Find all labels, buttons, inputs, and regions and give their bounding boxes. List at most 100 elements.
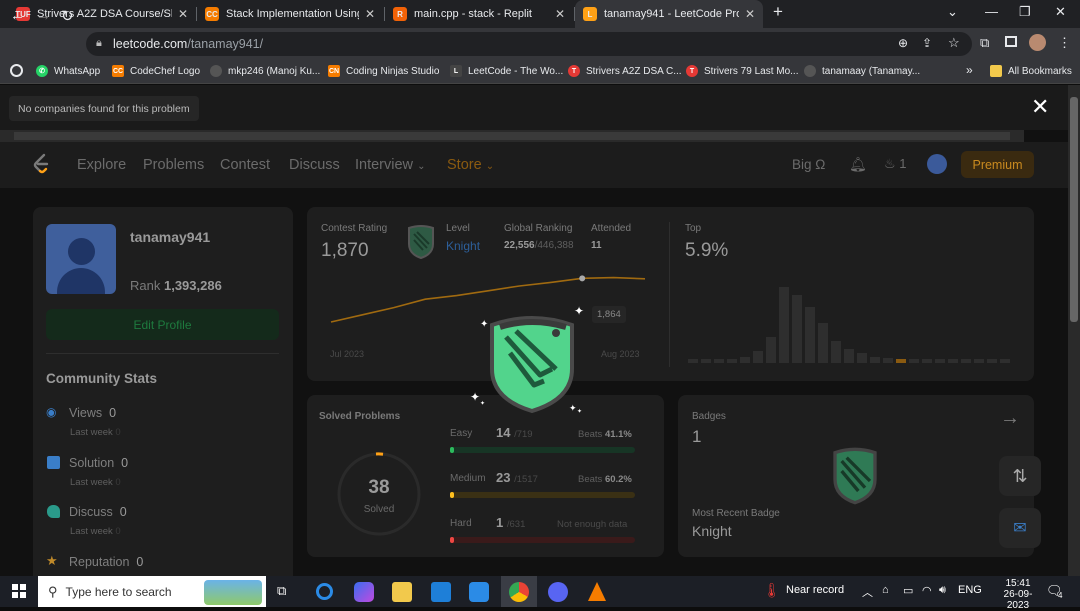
rating-point[interactable] — [579, 275, 586, 282]
username: tanamay941 — [130, 229, 211, 245]
store-icon[interactable] — [431, 582, 451, 602]
leetcode-logo[interactable] — [31, 153, 51, 175]
edit-profile-button[interactable]: Edit Profile — [46, 309, 279, 340]
back-icon[interactable]: ← — [10, 7, 25, 24]
reputation-star-icon: ★ — [46, 553, 58, 568]
streak-counter[interactable]: ♨ 1 — [884, 156, 907, 172]
task-view-icon[interactable]: ⧉ — [277, 583, 286, 599]
bookmark-github[interactable]: mkp246 (Manoj Ku... — [210, 65, 320, 77]
switch-icon[interactable]: ⇅ — [999, 456, 1041, 496]
close-tab-icon[interactable]: ✕ — [555, 7, 565, 21]
bookmark-strivers-79[interactable]: T Strivers 79 Last Mo... — [686, 65, 798, 77]
forward-icon[interactable]: → — [36, 7, 51, 24]
bookmarks-overflow[interactable]: » — [966, 63, 973, 77]
nav-contest[interactable]: Contest — [220, 157, 270, 173]
contest-rating-label: Contest Rating — [321, 223, 388, 234]
x-tick-end: Aug 2023 — [601, 349, 640, 359]
lock-icon[interactable]: 🔒︎ — [96, 37, 102, 50]
close-tab-icon[interactable]: ✕ — [178, 7, 188, 21]
level-value: Knight — [446, 239, 481, 253]
cortana-icon[interactable] — [316, 583, 333, 600]
nav-interview[interactable]: Interview ⌄ — [355, 157, 425, 173]
tab-3[interactable]: Rmain.cpp - stack - Replit ✕ — [385, 0, 573, 28]
star-icon[interactable]: ☆ — [948, 35, 960, 51]
user-avatar[interactable] — [927, 154, 947, 174]
codechef-icon: CC — [112, 65, 124, 77]
bookmark-leetcode[interactable]: L LeetCode - The Wo... — [450, 65, 563, 77]
discord-icon[interactable] — [548, 582, 568, 602]
all-bookmarks[interactable]: All Bookmarks — [990, 65, 1072, 77]
histogram-bar — [753, 351, 763, 363]
profile-avatar[interactable] — [1029, 34, 1046, 51]
vertical-scrollbar[interactable] — [1068, 85, 1080, 576]
close-tab-icon[interactable]: ✕ — [745, 7, 755, 21]
horizontal-scrollbar[interactable] — [0, 130, 1024, 142]
whatsapp-icon: ✆ — [36, 65, 48, 77]
tab-search-icon[interactable]: ⌄ — [947, 4, 958, 20]
tray-chevron-icon[interactable]: ︿ — [862, 584, 873, 600]
vlc-icon[interactable] — [588, 582, 606, 601]
github-icon — [804, 65, 816, 77]
menu-icon[interactable]: ⋮ — [1058, 35, 1071, 51]
volume-icon[interactable]: 🔊︎ — [939, 584, 946, 597]
ranking-histogram[interactable] — [686, 285, 1018, 365]
bookmark-coding-ninjas[interactable]: CN Coding Ninjas Studio — [328, 65, 439, 77]
nav-discuss[interactable]: Discuss — [289, 157, 340, 173]
extensions-icon[interactable]: ⧉ — [980, 35, 989, 51]
weather-text[interactable]: Near record — [786, 584, 844, 596]
minimize-button[interactable]: — — [985, 4, 998, 19]
histogram-bar — [974, 359, 984, 363]
nav-problems[interactable]: Problems — [143, 157, 204, 173]
bookmark-strivers-a2z[interactable]: T Strivers A2Z DSA C... — [568, 65, 682, 77]
chevron-down-icon: ⌄ — [417, 161, 426, 172]
stat-reputation: Reputation 0 — [69, 555, 144, 569]
bookmark-codechef[interactable]: CC CodeChef Logo — [112, 65, 200, 77]
close-overlay-icon[interactable]: ✕ — [1031, 94, 1049, 120]
big-omega-link[interactable]: Big Ω — [792, 157, 825, 172]
taskbar-search[interactable]: ⚲ Type here to search — [38, 576, 266, 607]
histogram-bar — [948, 359, 958, 363]
histogram-bar — [727, 359, 737, 363]
zoom-icon[interactable]: ⊕ — [898, 36, 908, 50]
tab-title: main.cpp - stack - Replit — [414, 8, 532, 20]
copilot-icon[interactable] — [354, 582, 374, 602]
arrow-right-icon[interactable]: → — [1000, 407, 1020, 430]
bell-icon[interactable]: 🔔︎ — [849, 156, 867, 173]
chrome-icon[interactable] — [509, 582, 529, 602]
wifi-icon[interactable]: ◠ — [922, 584, 932, 597]
svg-text:✦: ✦ — [577, 408, 582, 415]
tab-2[interactable]: CC Stack Implementation Using Arra ✕ — [197, 0, 383, 28]
maximize-button[interactable]: ❐ — [1019, 4, 1031, 20]
nav-store[interactable]: Store ⌄ — [447, 157, 494, 173]
clock[interactable]: 15:41 26-09-2023 — [998, 578, 1038, 611]
bookmark-whatsapp[interactable]: ✆ WhatsApp — [36, 65, 100, 77]
new-tab-button[interactable]: + — [773, 2, 783, 22]
vscode-icon[interactable] — [469, 582, 489, 602]
battery-icon[interactable]: ▭ — [903, 584, 913, 597]
easy-beats: Beats 41.1% — [578, 429, 632, 440]
bookmark-tanamaay[interactable]: tanamaay (Tanamay... — [804, 65, 920, 77]
tab-4[interactable]: Ltanamay941 - LeetCode Profile ✕ — [575, 0, 763, 28]
histogram-bar — [909, 359, 919, 363]
tab-favicon-icon: R — [393, 7, 407, 21]
fire-icon: ♨ — [884, 156, 896, 171]
nav-explore[interactable]: Explore — [77, 157, 126, 173]
tuf-icon: T — [568, 65, 580, 77]
file-explorer-icon[interactable] — [392, 582, 412, 602]
url-text[interactable]: leetcode.com/tanamay941/ — [113, 37, 263, 51]
profile-avatar-large — [46, 224, 116, 294]
share-icon[interactable]: ⇪ — [922, 36, 932, 50]
meet-icon[interactable]: ⌂ — [882, 584, 889, 596]
sidepanel-icon[interactable] — [1005, 36, 1017, 47]
chat-icon[interactable]: ✉ — [999, 508, 1041, 548]
contest-rating-value: 1,870 — [321, 240, 369, 261]
language-indicator[interactable]: ENG — [958, 584, 982, 596]
knight-badge-icon[interactable] — [826, 446, 884, 506]
windows-start-icon[interactable] — [12, 584, 26, 598]
premium-button[interactable]: Premium — [961, 151, 1034, 178]
close-window-button[interactable]: ✕ — [1055, 4, 1066, 20]
reload-icon[interactable]: ↻ — [61, 7, 74, 25]
svg-text:✦: ✦ — [480, 400, 485, 407]
apps-icon[interactable] — [10, 64, 23, 77]
close-tab-icon[interactable]: ✕ — [365, 7, 375, 21]
